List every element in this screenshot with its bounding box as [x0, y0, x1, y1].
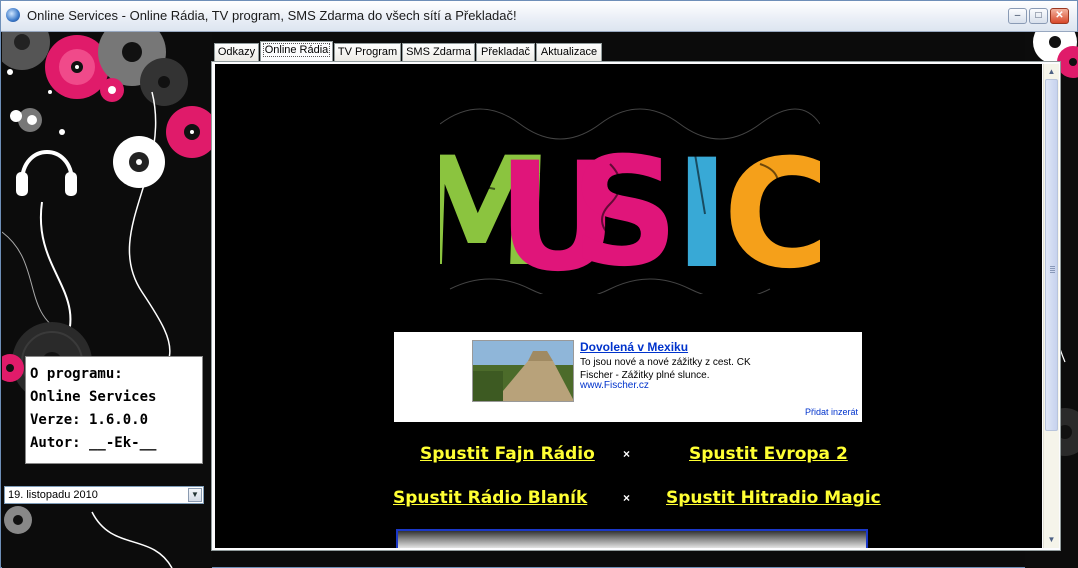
about-box: O programu: Online Services Verze: 1.6.0… — [25, 356, 203, 464]
app-window: Online Services - Online Rádia, TV progr… — [0, 0, 1078, 568]
ad-text: To jsou nové a nové zážitky z cest. CK F… — [580, 357, 751, 381]
grip-icon — [1050, 266, 1055, 273]
tab-aktualizace[interactable]: Aktualizace — [536, 43, 602, 61]
author-label: Autor: __-Ek-__ — [30, 435, 157, 451]
about-heading: O programu: — [30, 366, 123, 382]
tab-odkazy[interactable]: Odkazy — [214, 43, 259, 61]
vertical-scrollbar[interactable]: ▲ ▼ — [1043, 64, 1059, 548]
link-fajn-radio[interactable]: Spustit Fajn Rádio — [420, 444, 595, 464]
scroll-thumb[interactable] — [1045, 79, 1058, 431]
ad-thumbnail[interactable] — [472, 340, 574, 402]
tab-tv-program[interactable]: TV Program — [334, 43, 401, 61]
tab-sms-zdarma[interactable]: SMS Zdarma — [402, 43, 475, 61]
music-letter-s: S — [571, 126, 679, 294]
date-picker[interactable]: 19. listopadu 2010 ▼ — [4, 486, 204, 504]
tab-online-radia[interactable]: Online Rádia — [260, 41, 333, 62]
chevron-down-icon[interactable]: ▼ — [188, 488, 202, 502]
link-radio-blanik[interactable]: Spustit Rádio Blaník — [393, 488, 587, 508]
bottom-banner[interactable] — [396, 529, 868, 548]
music-letter-c: C — [723, 128, 820, 294]
tab-prekladac[interactable]: Překladač — [476, 43, 535, 61]
app-name: Online Services — [30, 389, 157, 405]
link-evropa-2[interactable]: Spustit Evropa 2 — [689, 444, 848, 464]
scroll-down-button[interactable]: ▼ — [1044, 532, 1059, 547]
separator-mark: × — [623, 491, 631, 505]
music-logo-image: M U S I C — [440, 108, 820, 294]
window-title: Online Services - Online Rádia, TV progr… — [27, 8, 517, 23]
separator-mark: × — [623, 447, 631, 461]
ad-url-link[interactable]: www.Fischer.cz — [580, 380, 649, 391]
maximize-button[interactable]: □ — [1029, 8, 1048, 24]
version-label: Verze: 1.6.0.0 — [30, 412, 149, 428]
link-hitradio-magic[interactable]: Spustit Hitradio Magic — [666, 488, 881, 508]
music-letter-i: I — [674, 128, 730, 294]
ad-title-link[interactable]: Dovolená v Mexiku — [580, 340, 688, 354]
ad-post-link[interactable]: Přidat inzerát — [805, 407, 858, 417]
date-value: 19. listopadu 2010 — [8, 489, 98, 501]
app-icon — [6, 8, 20, 22]
scroll-up-button[interactable]: ▲ — [1044, 64, 1059, 79]
advertisement[interactable]: Dovolená v Mexiku To jsou nové a nové zá… — [394, 332, 862, 422]
web-content[interactable]: M U S I C Dovolená v Mexiku To jsou nové… — [215, 64, 1042, 548]
title-bar[interactable]: Online Services - Online Rádia, TV progr… — [1, 1, 1077, 32]
close-button[interactable]: ✕ — [1050, 8, 1069, 24]
minimize-button[interactable]: – — [1008, 8, 1027, 24]
